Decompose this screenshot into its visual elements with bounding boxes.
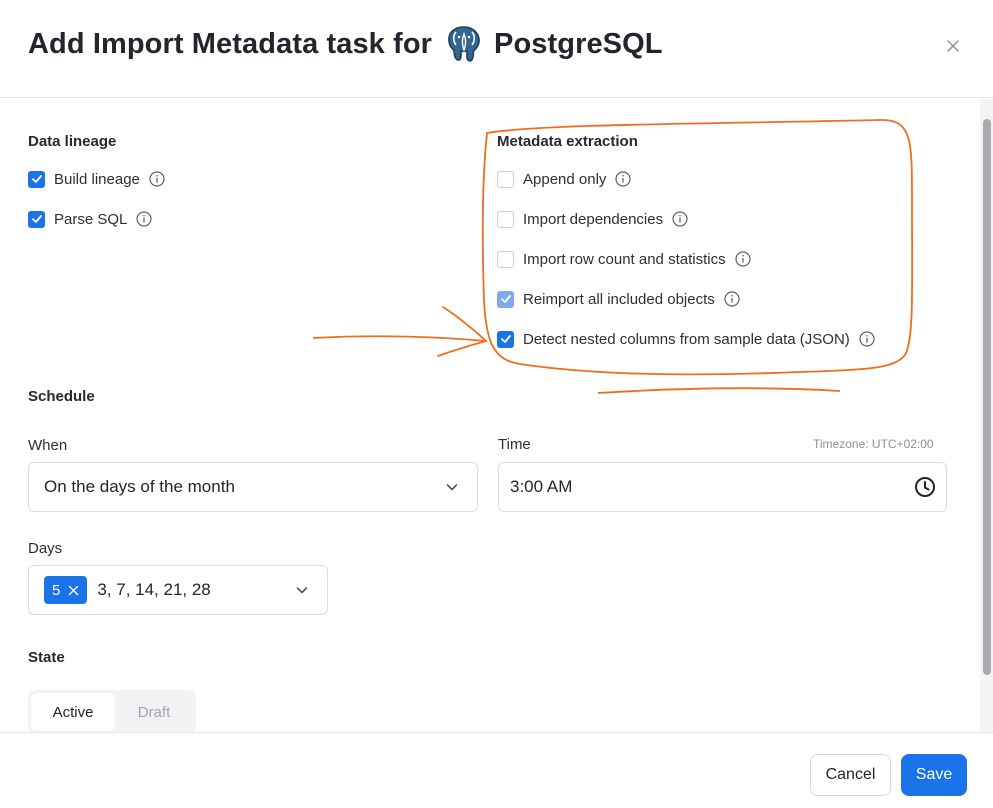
- metadata-extraction-title: Metadata extraction: [497, 133, 638, 150]
- time-input[interactable]: 3:00 AM: [498, 462, 947, 512]
- parse-sql-label: Parse SQL: [54, 210, 128, 228]
- append-only-checkbox[interactable]: [497, 170, 514, 188]
- close-icon: [947, 40, 959, 52]
- parse-sql-option[interactable]: Parse SQL: [28, 209, 152, 229]
- state-title: State: [28, 649, 65, 666]
- dialog-body: Data lineage Build lineage Parse SQL Met…: [0, 99, 980, 732]
- schedule-title: Schedule: [28, 388, 95, 405]
- timezone-label: Timezone: UTC+02:00: [813, 437, 934, 451]
- info-icon[interactable]: [136, 211, 152, 227]
- chevron-down-icon: [446, 484, 458, 491]
- import-dependencies-option[interactable]: Import dependencies: [497, 209, 688, 229]
- detect-nested-columns-label: Detect nested columns from sample data (…: [523, 330, 850, 348]
- info-icon[interactable]: [859, 331, 875, 347]
- info-icon[interactable]: [149, 171, 165, 187]
- when-value: On the days of the month: [44, 477, 235, 496]
- reimport-all-label: Reimport all included objects: [523, 290, 715, 308]
- days-value: 3, 7, 14, 21, 28: [97, 580, 211, 599]
- days-label: Days: [28, 540, 63, 557]
- info-icon[interactable]: [724, 291, 740, 307]
- info-icon[interactable]: [672, 211, 688, 227]
- dialog-title: Add Import Metadata task for PostgreSQL: [28, 24, 663, 64]
- append-only-label: Append only: [523, 170, 607, 188]
- time-label: Time: [498, 436, 531, 453]
- scrollbar-thumb[interactable]: [983, 119, 991, 675]
- when-label: When: [28, 437, 68, 454]
- build-lineage-label: Build lineage: [54, 170, 140, 188]
- reimport-all-option[interactable]: Reimport all included objects: [497, 289, 740, 309]
- import-row-count-label: Import row count and statistics: [523, 250, 726, 268]
- state-active-option[interactable]: Active: [31, 693, 115, 731]
- clear-icon[interactable]: [68, 585, 79, 596]
- dialog-header: Add Import Metadata task for PostgreSQL: [0, 0, 993, 98]
- import-row-count-option[interactable]: Import row count and statistics: [497, 249, 751, 269]
- days-count: 5: [52, 581, 61, 599]
- title-suffix: PostgreSQL: [494, 27, 663, 60]
- cancel-button[interactable]: Cancel: [810, 754, 891, 796]
- state-draft-option[interactable]: Draft: [115, 693, 193, 731]
- build-lineage-checkbox[interactable]: [28, 170, 45, 188]
- info-icon[interactable]: [615, 171, 632, 187]
- time-value: 3:00 AM: [510, 477, 573, 496]
- parse-sql-checkbox[interactable]: [28, 210, 45, 228]
- info-icon[interactable]: [734, 251, 751, 267]
- build-lineage-option[interactable]: Build lineage: [28, 169, 165, 189]
- add-import-metadata-dialog: Add Import Metadata task for PostgreSQL …: [0, 0, 993, 808]
- days-select[interactable]: 5 3, 7, 14, 21, 28: [28, 565, 328, 615]
- detect-nested-columns-checkbox[interactable]: [497, 330, 514, 348]
- postgresql-elephant-icon: [444, 24, 484, 64]
- chevron-down-icon: [296, 587, 308, 594]
- when-select[interactable]: On the days of the month: [28, 462, 478, 512]
- title-prefix: Add Import Metadata task for: [28, 27, 433, 60]
- clock-icon[interactable]: [914, 476, 936, 498]
- import-dependencies-checkbox[interactable]: [497, 210, 514, 228]
- data-lineage-title: Data lineage: [28, 133, 117, 150]
- close-button[interactable]: [940, 33, 966, 59]
- days-count-tag[interactable]: 5: [44, 576, 88, 604]
- state-toggle: Active Draft: [28, 690, 196, 732]
- save-button[interactable]: Save: [901, 754, 967, 796]
- body-scrollbar[interactable]: [980, 99, 993, 732]
- detect-nested-columns-option[interactable]: Detect nested columns from sample data (…: [497, 329, 875, 349]
- dialog-footer: Cancel Save: [0, 732, 993, 808]
- reimport-all-checkbox[interactable]: [497, 290, 514, 308]
- import-row-count-checkbox[interactable]: [497, 250, 514, 268]
- append-only-option[interactable]: Append only: [497, 169, 632, 189]
- import-dependencies-label: Import dependencies: [523, 210, 664, 228]
